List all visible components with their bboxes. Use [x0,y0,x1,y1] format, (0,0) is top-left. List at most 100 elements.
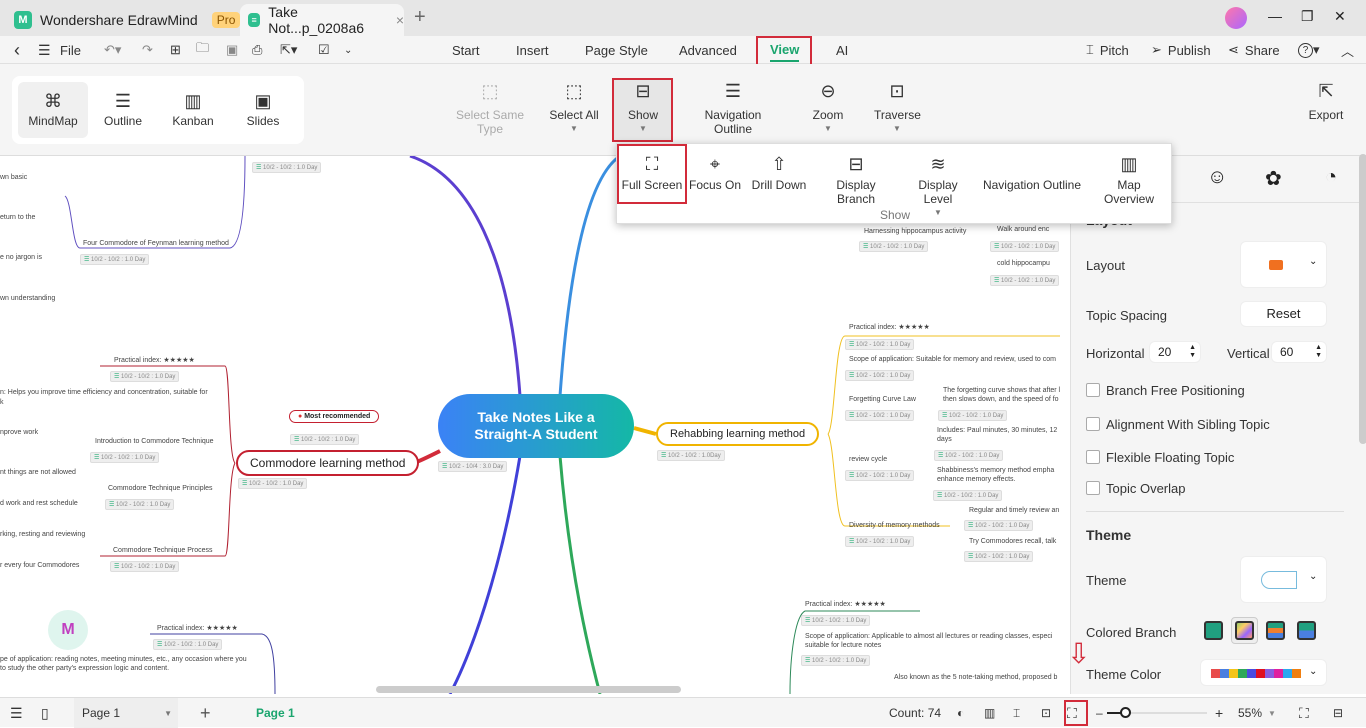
tab-advanced[interactable]: Advanced [679,36,737,64]
tab-page-style[interactable]: Page Style [585,36,648,64]
spinner-arrows-icon[interactable]: ▲ ▼ [1315,344,1322,360]
menu-icon[interactable]: ☰ [38,36,51,64]
page-tab[interactable]: Page 1 [256,698,295,728]
theme-color-dropdown[interactable]: ⌄ [1200,659,1327,686]
tab-insert[interactable]: Insert [516,36,549,64]
file-menu[interactable]: File [60,36,81,64]
node-four-commodores[interactable]: r every four Commodores [0,562,79,569]
node-leaf[interactable]: e no jargon is [0,254,42,261]
node-scope[interactable]: pe of application: reading notes, meetin… [0,656,247,663]
vertical-spinner[interactable]: 60 ▲ ▼ [1271,341,1327,363]
node-leaf[interactable]: wn basic [0,174,27,181]
rehab-topic[interactable]: Rehabbing learning method [656,422,820,446]
node-review-cycle[interactable]: review cycle [849,456,887,463]
node-diversity[interactable]: Diversity of memory methods [849,522,940,529]
colored-branch-option-4[interactable] [1297,621,1316,640]
node-principles[interactable]: Commodore Technique Principles [108,485,213,492]
view-kanban[interactable]: ▥ Kanban [158,82,228,138]
export-button[interactable]: ⇱ Export [1306,78,1346,122]
fit-width-icon[interactable]: ⊟ [1333,698,1343,728]
node-practical-index[interactable]: Practical index: ★★★★★ [805,600,886,608]
colored-branch-option-1[interactable] [1204,621,1223,640]
node-leaf[interactable]: eturn to the [0,214,35,221]
zoom-button[interactable]: ⊖ Zoom ▼ [808,78,848,133]
node-work-rest[interactable]: d work and rest schedule [0,500,78,507]
mouse-mode-icon[interactable]: ◐ [957,698,964,728]
node-regular-review[interactable]: Regular and timely review an [969,507,1059,514]
commodore-topic[interactable]: Commodore learning method [236,450,420,476]
node-leaf[interactable]: wn understanding [0,295,55,302]
navigation-outline-item[interactable]: Navigation Outline [981,178,1083,192]
colored-branch-option-2[interactable] [1231,617,1258,644]
print-icon[interactable]: ⎙ [252,36,262,64]
node-includes[interactable]: Includes: Paul minutes, 30 minutes, 12 [937,427,1057,434]
node-scope-2[interactable]: k [0,399,4,406]
redo-icon[interactable]: ↷ [142,36,153,64]
node-practical-index[interactable]: Practical index: ★★★★★ [849,323,930,331]
display-branch-button[interactable]: ⊟ Display Branch [817,150,895,206]
spinner-arrows-icon[interactable]: ▲ ▼ [1189,344,1196,360]
restore-button[interactable]: ❐ [1301,8,1314,25]
avatar[interactable] [1225,7,1247,29]
node-practical-index[interactable]: Practical index: ★★★★★ [157,624,238,632]
checkbox-icon[interactable]: ☑ [318,36,330,64]
horizontal-spinner[interactable]: 20 ▲ ▼ [1149,341,1201,363]
share-button[interactable]: ⋖ Share [1228,36,1280,64]
close-tab-icon[interactable]: × [396,12,404,28]
app-tab[interactable]: M Wondershare EdrawMind Pro [14,4,241,36]
back-button[interactable]: ‹ [14,36,20,64]
node-intro-commodore[interactable]: Introduction to Commodore Technique [95,438,214,445]
fit-page-icon[interactable]: ⊡ [1041,698,1051,728]
node-scope[interactable]: Scope of application: Applicable to almo… [805,633,1052,640]
add-page-button[interactable]: + [200,698,211,728]
ai-assistant-icon[interactable]: M [48,610,88,650]
document-tab[interactable]: ≡ Take Not...p_0208a6 × [240,4,404,36]
navigation-outline-toggle-icon[interactable]: ☰ [10,698,23,728]
node-scope[interactable]: Scope of application: Suitable for memor… [849,356,1056,363]
collapse-ribbon-icon[interactable]: ︿ [1341,36,1354,64]
icon-mark-tab[interactable]: ☺ [1207,166,1227,189]
minimize-button[interactable]: — [1268,8,1282,24]
central-topic[interactable]: Take Notes Like a Straight-A Student [438,394,634,458]
topic-overlap-checkbox[interactable] [1086,481,1100,495]
theme-style-tab[interactable]: ✿ [1265,166,1282,191]
zoom-level-dropdown-icon[interactable]: ▼ [1268,698,1276,728]
node-shabbiness-2[interactable]: enhance memory effects. [937,476,1015,483]
node-feynman[interactable]: Four Commodore of Feynman learning metho… [83,240,229,247]
zoom-in-button[interactable]: + [1215,698,1223,728]
alignment-sibling-checkbox[interactable] [1086,417,1100,431]
colored-branch-option-3[interactable] [1266,621,1285,640]
node-cold-hippocampus[interactable]: cold hippocampu [997,260,1050,267]
close-window-button[interactable]: ✕ [1334,8,1346,25]
branch-free-positioning-checkbox[interactable] [1086,383,1100,397]
select-all-button[interactable]: ⬚ Select All ▼ [548,78,600,133]
view-slides[interactable]: ▣ Slides [228,82,298,138]
panel-toggle-icon[interactable]: ▯ [41,698,49,728]
node-shabbiness[interactable]: Shabbiness's memory method empha [937,467,1054,474]
more-icon[interactable]: ⌄ [344,36,352,64]
horizontal-scrollbar[interactable] [376,686,681,693]
flexible-floating-checkbox[interactable] [1086,450,1100,464]
display-level-button[interactable]: ≋ Display Level ▼ [903,150,973,217]
fit-screen-icon[interactable]: ⛶ [1299,698,1309,728]
traverse-button[interactable]: ⊡ Traverse ▼ [874,78,921,133]
reset-button[interactable]: Reset [1240,301,1327,327]
history-tab[interactable]: ◔ [1325,166,1337,189]
node-hippocampus[interactable]: Harnessing hippocampus activity [864,228,966,235]
tab-start[interactable]: Start [452,36,479,64]
new-icon[interactable]: ⊞ [170,36,181,64]
map-overview-icon[interactable]: ▥ [984,698,995,728]
node-practical-index[interactable]: Practical index: ★★★★★ [114,356,195,364]
pitch-button[interactable]: ⌶ Pitch [1086,36,1129,64]
theme-dropdown[interactable]: ⌄ [1240,556,1327,603]
node-walk-around[interactable]: Walk around enc [997,226,1049,233]
layout-dropdown[interactable]: ⌄ [1240,241,1327,288]
new-tab-button[interactable]: + [414,6,426,29]
callout-most-recommended[interactable]: ● Most recommended [289,410,380,423]
zoom-slider-thumb[interactable] [1120,707,1131,718]
node-not-allowed[interactable]: nt things are not allowed [0,469,76,476]
zoom-out-button[interactable]: – [1096,698,1103,728]
pitch-mode-icon[interactable]: ⌶ [1013,698,1020,728]
node-scope[interactable]: n: Helps you improve time efficiency and… [0,389,208,396]
view-mindmap[interactable]: ⌘ MindMap [18,82,88,138]
